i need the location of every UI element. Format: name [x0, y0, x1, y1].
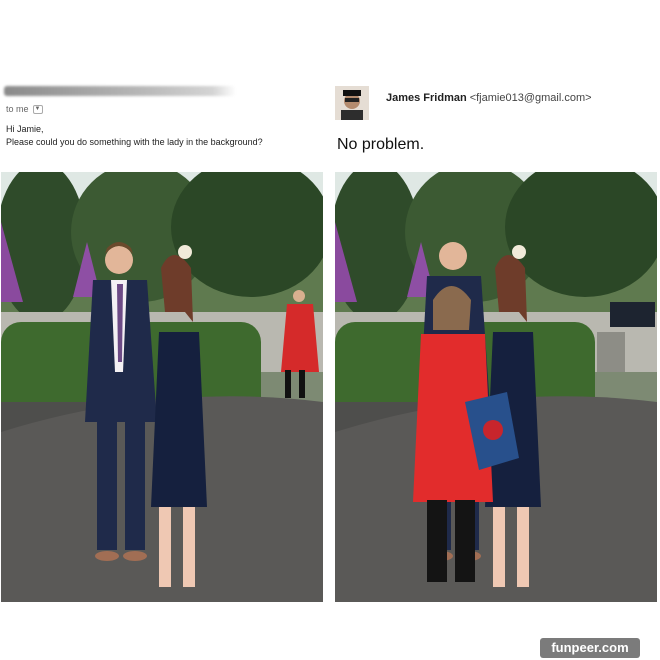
original-photo: [1, 172, 323, 602]
email-request: Please could you do something with the l…: [6, 137, 263, 147]
redacted-sender-line: [4, 86, 236, 96]
email-greeting: Hi Jamie,: [6, 124, 44, 134]
sender-email: <fjamie013@gmail.com>: [469, 92, 592, 104]
sender-name: James Fridman <fjamie013@gmail.com>: [386, 92, 592, 104]
sender-name-text: James Fridman: [386, 92, 467, 104]
chevron-down-icon[interactable]: ▼: [32, 104, 43, 114]
sender-avatar-icon[interactable]: [335, 86, 369, 120]
recipient-line: to me ▼: [6, 104, 43, 114]
edited-photo: [335, 172, 657, 602]
reply-email-panel: James Fridman <fjamie013@gmail.com> No pr…: [335, 0, 660, 660]
recipient-label: to me: [6, 104, 29, 114]
original-email-panel: to me ▼ Hi Jamie, Please could you do so…: [0, 0, 330, 660]
reply-body: No problem.: [337, 136, 425, 153]
watermark-badge: funpeer.com: [540, 638, 640, 658]
